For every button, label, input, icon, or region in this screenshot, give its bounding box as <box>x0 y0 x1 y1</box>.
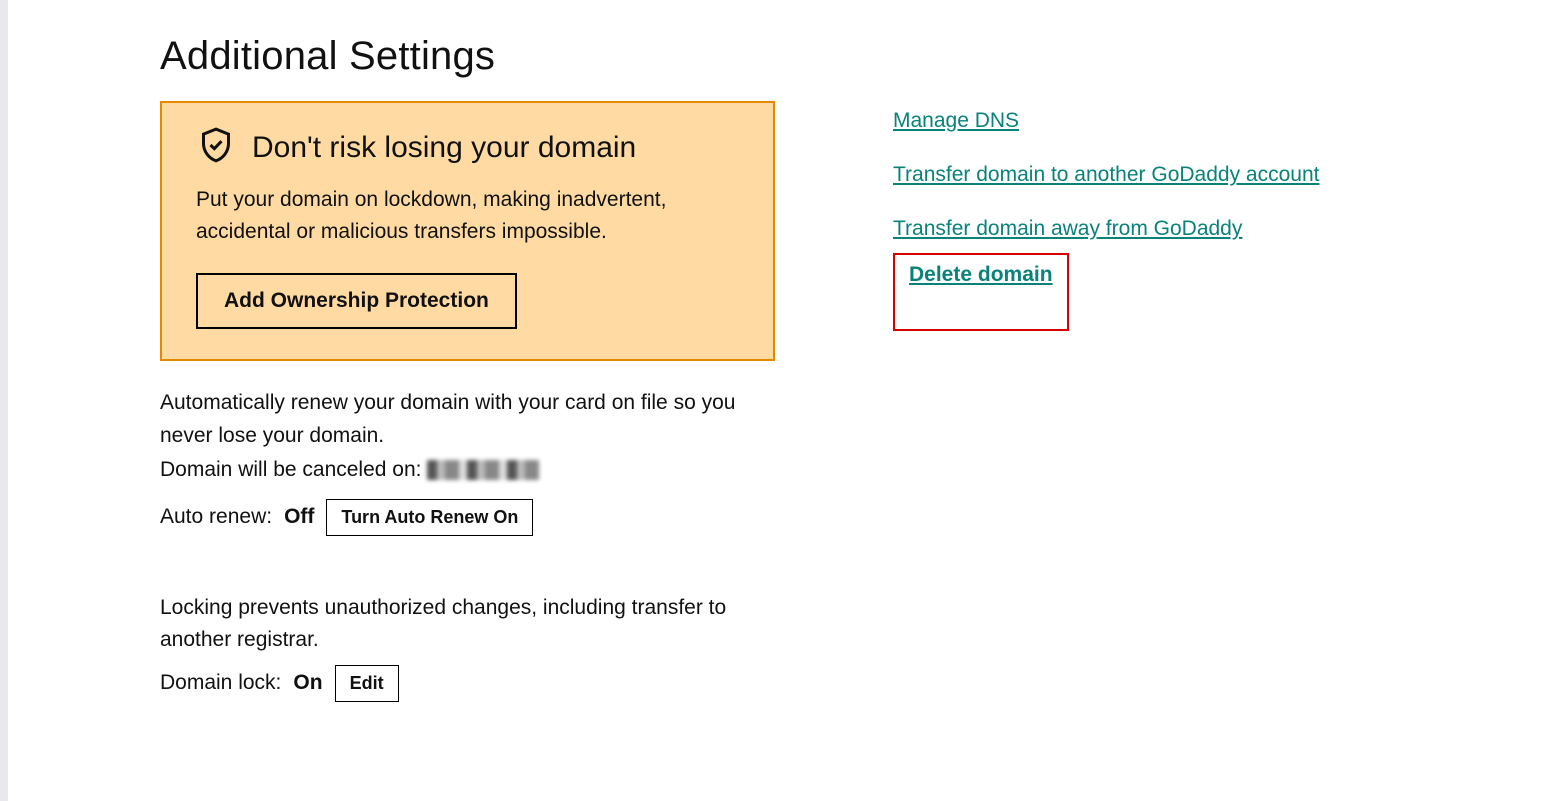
delete-domain-highlight: Delete domain <box>893 253 1069 331</box>
auto-renew-value: Off <box>284 505 314 529</box>
shield-check-icon <box>196 125 236 170</box>
transfer-to-account-link[interactable]: Transfer domain to another GoDaddy accou… <box>893 163 1319 187</box>
auto-renew-section: Automatically renew your domain with you… <box>160 387 775 536</box>
promo-title: Don't risk losing your domain <box>252 131 636 165</box>
turn-auto-renew-on-button[interactable]: Turn Auto Renew On <box>326 499 533 536</box>
domain-lock-section: Locking prevents unauthorized changes, i… <box>160 592 775 702</box>
domain-lock-value: On <box>293 671 322 695</box>
page-title: Additional Settings <box>160 34 1480 79</box>
settings-content: Additional Settings Don't risk losing yo… <box>160 34 1480 758</box>
ownership-protection-promo: Don't risk losing your domain Put your d… <box>160 101 775 361</box>
add-ownership-protection-button[interactable]: Add Ownership Protection <box>196 273 517 329</box>
cancel-date-redacted <box>427 460 539 480</box>
auto-renew-label: Auto renew: <box>160 505 272 529</box>
promo-description: Put your domain on lockdown, making inad… <box>196 184 739 247</box>
delete-domain-link[interactable]: Delete domain <box>909 263 1053 287</box>
edit-domain-lock-button[interactable]: Edit <box>335 665 399 702</box>
left-gutter <box>0 0 8 801</box>
auto-renew-description: Automatically renew your domain with you… <box>160 387 775 452</box>
domain-lock-label: Domain lock: <box>160 671 281 695</box>
manage-dns-link[interactable]: Manage DNS <box>893 109 1319 133</box>
cancel-date-label: Domain will be canceled on: <box>160 454 421 487</box>
transfer-away-link[interactable]: Transfer domain away from GoDaddy <box>893 217 1319 241</box>
domain-lock-description: Locking prevents unauthorized changes, i… <box>160 592 775 657</box>
